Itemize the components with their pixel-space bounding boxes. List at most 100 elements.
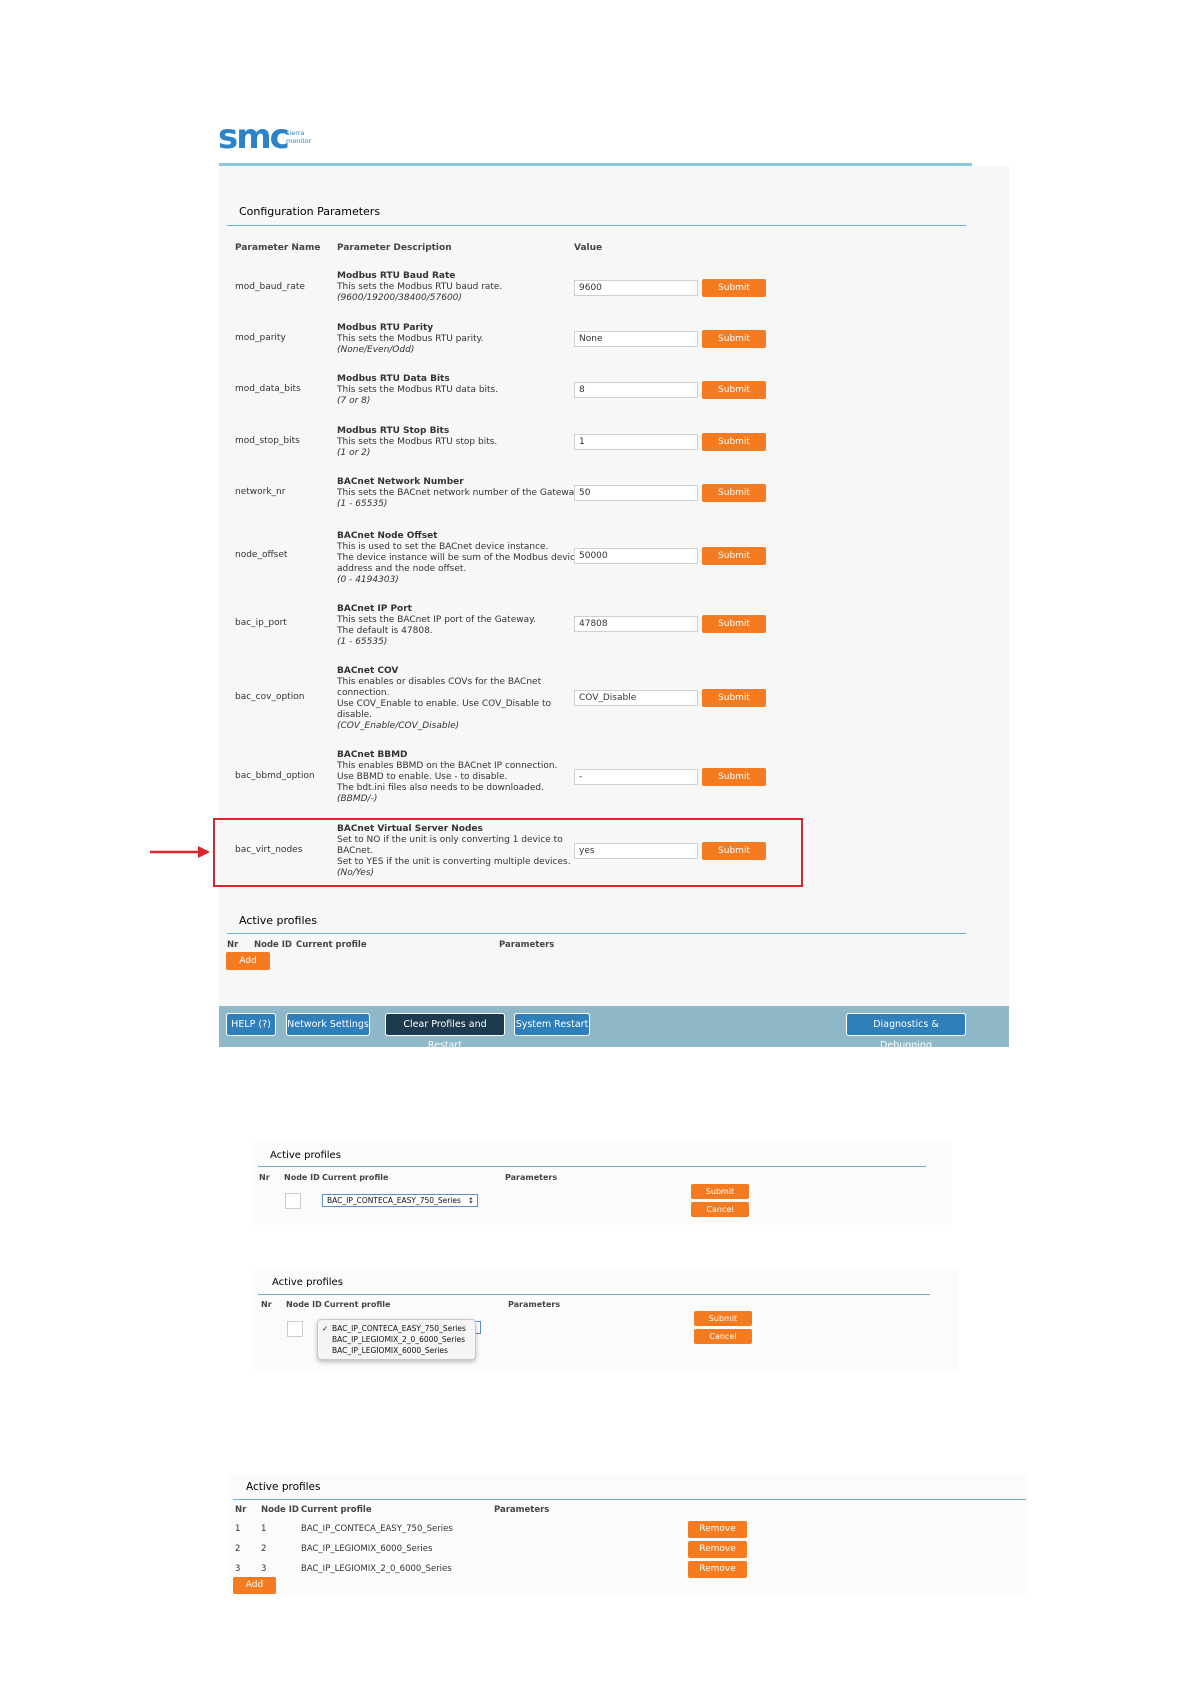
parameter-title: BACnet Network Number: [337, 477, 464, 487]
panel-add-profile: [252, 1142, 952, 1225]
parameter-submit-button[interactable]: Submit: [702, 547, 766, 565]
dropdown-option-label: BAC_IP_LEGIOMIX_2_0_6000_Series: [332, 1335, 465, 1344]
profile-remove-button[interactable]: Remove: [688, 1541, 747, 1558]
header-divider: [219, 163, 972, 166]
highlight-box: [213, 818, 803, 887]
parameter-submit-button[interactable]: Submit: [702, 484, 766, 502]
parameter-submit-button[interactable]: Submit: [702, 615, 766, 633]
parameter-name: node_offset: [235, 550, 288, 560]
parameter-value-input[interactable]: 47808: [574, 616, 698, 632]
panel3-rule: [258, 1294, 930, 1295]
parameter-value-input[interactable]: 50: [574, 485, 698, 501]
profile-remove-button[interactable]: Remove: [688, 1521, 747, 1538]
parameter-range: (COV_Enable/COV_Disable): [337, 721, 460, 731]
parameter-submit-button[interactable]: Submit: [702, 381, 766, 399]
parameter-description-line: The default is 47808.: [337, 626, 433, 636]
parameter-name: mod_parity: [235, 333, 286, 343]
parameter-name: network_nr: [235, 487, 286, 497]
network-settings-button[interactable]: Network Settings: [286, 1013, 370, 1036]
parameter-description-line: The bdt.ini files also needs to be downl…: [337, 783, 544, 793]
panel2-submit-button[interactable]: Submit: [691, 1184, 749, 1199]
parameter-range: (1 or 2): [337, 448, 371, 458]
parameter-description: BACnet COV This enables or disables COVs …: [337, 666, 577, 732]
panel2-profile-select[interactable]: BAC_IP_CONTECA_EASY_750_Series ↕: [322, 1194, 478, 1207]
active-profiles-rule: [227, 933, 966, 934]
check-icon: ✓: [322, 1324, 329, 1333]
dropdown-option-label: BAC_IP_LEGIOMIX_6000_Series: [332, 1346, 448, 1355]
parameter-value-input[interactable]: 8: [574, 382, 698, 398]
parameter-description: Modbus RTU Data Bits This sets the Modbus…: [337, 374, 577, 407]
header-current-profile: Current profile: [296, 940, 367, 950]
dropdown-option[interactable]: ✓ BAC_IP_CONTECA_EASY_750_Series: [322, 1323, 469, 1334]
svg-text:sierra: sierra: [286, 129, 304, 137]
panel4-rule: [233, 1499, 1026, 1500]
dropdown-option[interactable]: BAC_IP_LEGIOMIX_2_0_6000_Series: [322, 1334, 469, 1345]
panel3-submit-button[interactable]: Submit: [694, 1311, 752, 1326]
svg-text:monitor: monitor: [286, 137, 312, 145]
panel2-rule: [258, 1166, 926, 1167]
active-profiles-title: Active profiles: [239, 914, 317, 927]
add-profile-button[interactable]: Add: [226, 952, 270, 970]
parameter-value-input[interactable]: 50000: [574, 548, 698, 564]
panel4-add-button[interactable]: Add: [233, 1577, 276, 1594]
panel2-cancel-button[interactable]: Cancel: [691, 1202, 749, 1217]
parameter-submit-button[interactable]: Submit: [702, 768, 766, 786]
parameter-value-input[interactable]: 1: [574, 434, 698, 450]
config-title: Configuration Parameters: [239, 205, 381, 218]
profile-row-node-id: 3: [261, 1564, 267, 1574]
parameter-submit-button[interactable]: Submit: [702, 433, 766, 451]
parameter-value-input[interactable]: -: [574, 769, 698, 785]
header-parameters: Parameters: [499, 940, 555, 950]
parameter-description-line: This enables or disables COVs for the BA…: [337, 677, 542, 687]
parameter-description-line: This is used to set the BACnet device in…: [337, 542, 549, 552]
header-value: Value: [574, 243, 603, 253]
parameter-title: Modbus RTU Parity: [337, 323, 434, 333]
parameter-description-line: This sets the Modbus RTU stop bits.: [337, 437, 498, 447]
parameter-description-line: The device instance will be sum of the M…: [337, 553, 581, 563]
parameter-value-input[interactable]: None: [574, 331, 698, 347]
profile-row-name: BAC_IP_CONTECA_EASY_750_Series: [301, 1524, 453, 1534]
panel3-title: Active profiles: [272, 1277, 343, 1288]
panel4-header-parameters: Parameters: [494, 1505, 550, 1515]
parameter-range: (1 - 65535): [337, 499, 388, 509]
parameter-title: BACnet BBMD: [337, 750, 408, 760]
parameter-submit-button[interactable]: Submit: [702, 689, 766, 707]
parameter-description-line: This sets the Modbus RTU parity.: [337, 334, 484, 344]
help-button[interactable]: HELP (?): [226, 1013, 276, 1036]
parameter-title: BACnet IP Port: [337, 604, 412, 614]
panel3-cancel-button[interactable]: Cancel: [694, 1329, 752, 1344]
system-restart-button[interactable]: System Restart: [514, 1013, 590, 1036]
diagnostics-debugging-button[interactable]: Diagnostics & Debugging: [846, 1013, 966, 1051]
profile-row-node-id: 2: [261, 1544, 267, 1554]
panel2-node-id-input[interactable]: [285, 1193, 301, 1209]
parameter-range: (1 - 65535): [337, 637, 388, 647]
svg-text:smc: smc: [218, 117, 288, 156]
red-arrow-icon: [148, 844, 212, 860]
parameter-name: mod_baud_rate: [235, 282, 305, 292]
config-title-rule: [227, 225, 966, 226]
parameter-value-input[interactable]: 9600: [574, 280, 698, 296]
panel4-header-nr: Nr: [235, 1505, 247, 1515]
panel3-header-nr: Nr: [261, 1300, 272, 1309]
parameter-title: Modbus RTU Baud Rate: [337, 271, 456, 281]
parameter-description-line: disable.: [337, 710, 373, 720]
smc-logo: smc sierra monitor: [218, 116, 312, 157]
parameter-range: (0 - 4194303): [337, 575, 399, 585]
parameter-value-input[interactable]: COV_Disable: [574, 690, 698, 706]
profile-row-node-id: 1: [261, 1524, 267, 1534]
parameter-submit-button[interactable]: Submit: [702, 330, 766, 348]
parameter-title: BACnet Node Offset: [337, 531, 438, 541]
panel4-header-node-id: Node ID: [261, 1505, 299, 1515]
dropdown-option[interactable]: BAC_IP_LEGIOMIX_6000_Series: [322, 1345, 469, 1356]
panel2-header-nr: Nr: [259, 1173, 270, 1182]
profile-remove-button[interactable]: Remove: [688, 1561, 747, 1578]
dropdown-option-label: BAC_IP_CONTECA_EASY_750_Series: [332, 1324, 466, 1333]
parameter-range: (7 or 8): [337, 396, 371, 406]
panel3-header-parameters: Parameters: [508, 1300, 561, 1309]
parameter-title: Modbus RTU Stop Bits: [337, 426, 450, 436]
panel4-title: Active profiles: [246, 1481, 321, 1493]
panel3-profile-dropdown: ✓ BAC_IP_CONTECA_EASY_750_Series BAC_IP_L…: [317, 1319, 476, 1360]
panel3-node-id-input[interactable]: [287, 1321, 303, 1337]
parameter-submit-button[interactable]: Submit: [702, 279, 766, 297]
clear-profiles-restart-button[interactable]: Clear Profiles and Restart: [385, 1013, 505, 1051]
